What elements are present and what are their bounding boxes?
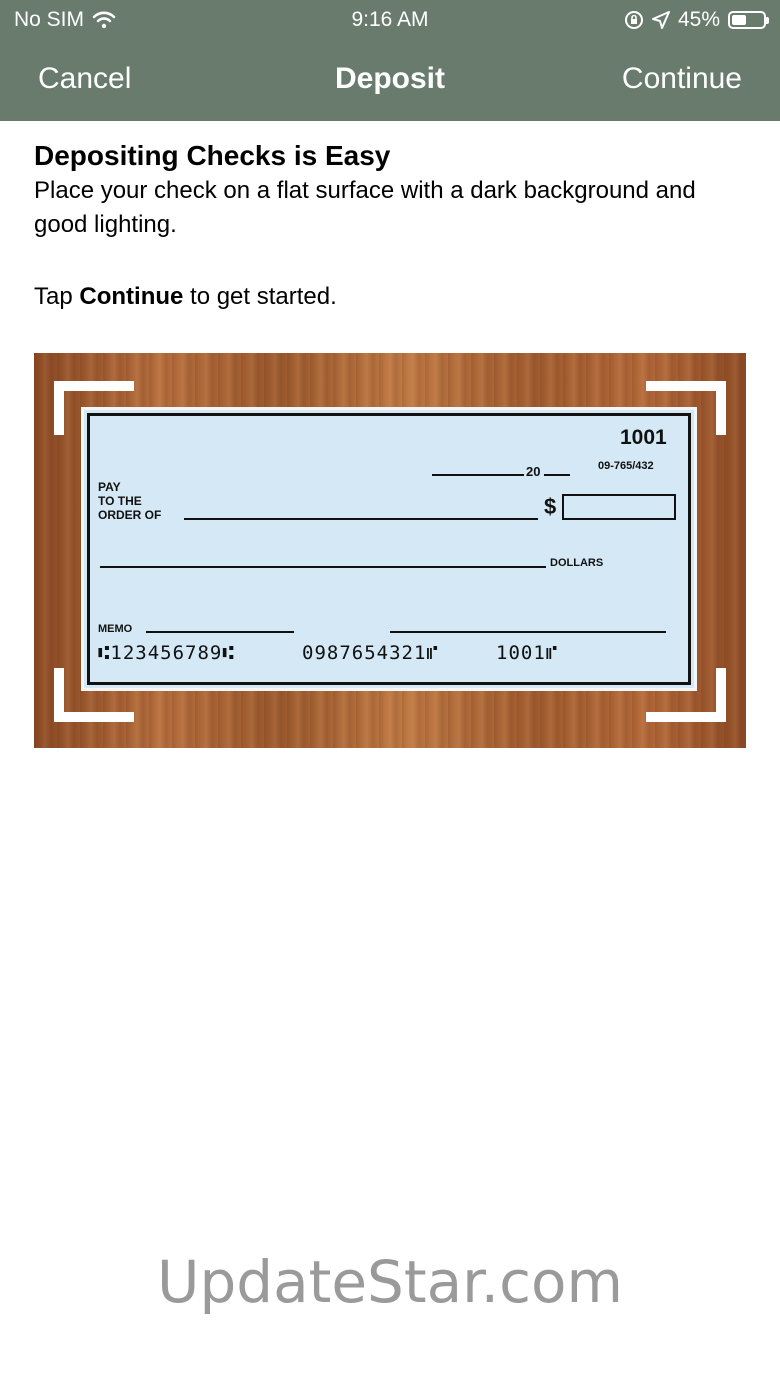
pay-label-2: TO THE bbox=[98, 494, 142, 508]
continue-button[interactable]: Continue bbox=[622, 62, 742, 96]
instructions-heading: Depositing Checks is Easy bbox=[34, 140, 391, 171]
micr-routing: ⑆123456789⑆ bbox=[98, 642, 235, 664]
dollar-sign: $ bbox=[544, 494, 557, 519]
dollars-label: DOLLARS bbox=[550, 557, 604, 569]
check-number: 1001 bbox=[620, 426, 667, 449]
nav-bar: Cancel Deposit Continue bbox=[0, 56, 780, 106]
top-bar: No SIM 9:16 AM 45% Cancel Deposit Contin… bbox=[0, 0, 780, 121]
pay-label-3: ORDER OF bbox=[98, 508, 162, 522]
orientation-lock-icon bbox=[624, 10, 644, 30]
pay-label-1: PAY bbox=[98, 480, 121, 494]
memo-label: MEMO bbox=[98, 623, 133, 635]
check-example-image: 1001 20 09-765/432 PAY TO THE ORDER OF $… bbox=[34, 353, 746, 748]
instructions: Depositing Checks is Easy Place your che… bbox=[34, 138, 746, 314]
micr-account: 0987654321⑈ bbox=[302, 642, 439, 664]
battery-icon bbox=[728, 11, 769, 29]
location-icon bbox=[651, 11, 670, 29]
sample-check: 1001 20 09-765/432 PAY TO THE ORDER OF $… bbox=[81, 407, 697, 691]
instructions-description: Place your check on a flat surface with … bbox=[34, 177, 696, 238]
watermark: UpdateStar.com bbox=[157, 1248, 623, 1316]
micr-check-number: 1001⑈ bbox=[496, 642, 559, 664]
routing-fraction: 09-765/432 bbox=[598, 460, 654, 472]
tap-continue-text: Tap Continue to get started. bbox=[34, 283, 337, 310]
date-year-label: 20 bbox=[526, 464, 541, 479]
battery-percent: 45% bbox=[677, 8, 720, 31]
amount-box bbox=[562, 494, 676, 520]
status-bar: No SIM 9:16 AM 45% bbox=[0, 0, 780, 40]
